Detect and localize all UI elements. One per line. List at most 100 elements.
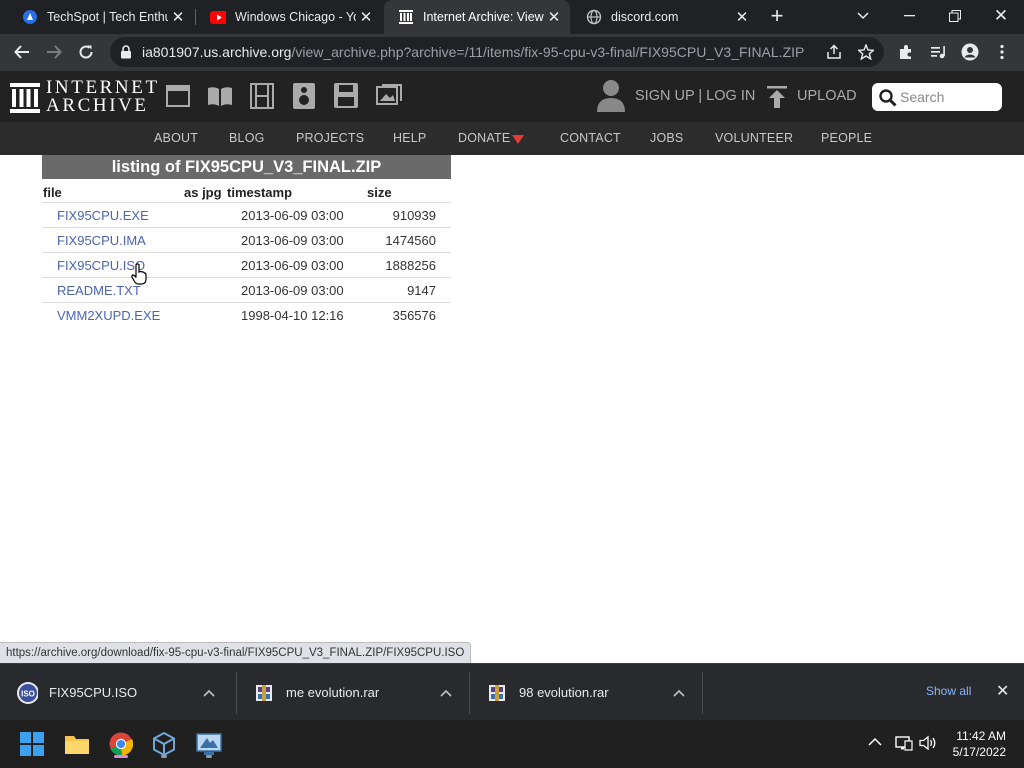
bookmark-star-icon[interactable] (858, 44, 874, 60)
link-status-bubble: https://archive.org/download/fix-95-cpu-… (0, 642, 472, 663)
col-header-size: size (367, 185, 392, 200)
windows-taskbar: 11:42 AM 5/17/2022 (0, 720, 1024, 768)
windows-start-icon[interactable] (16, 728, 48, 760)
tab-title: Windows Chicago - You (235, 10, 356, 24)
video-icon[interactable] (250, 83, 274, 109)
file-timestamp: 2013-06-09 03:00 (241, 208, 344, 223)
close-icon[interactable]: ✕ (544, 7, 564, 27)
file-explorer-icon[interactable] (61, 728, 93, 760)
volume-icon[interactable] (919, 735, 937, 751)
chevron-up-icon[interactable] (436, 689, 456, 697)
techspot-icon (22, 9, 38, 25)
close-icon[interactable]: ✕ (168, 7, 188, 27)
nav-about[interactable]: ABOUT (154, 131, 198, 145)
software-icon[interactable] (334, 83, 358, 108)
tab-title: discord.com (611, 10, 679, 24)
forward-arrow-icon[interactable] (40, 38, 68, 66)
col-header-as-jpg: as jpg (184, 185, 222, 200)
active-app-indicator (114, 755, 128, 758)
extensions-icon[interactable] (892, 38, 920, 66)
file-link[interactable]: VMM2XUPD.EXE (57, 308, 160, 323)
nav-jobs[interactable]: JOBS (650, 131, 683, 145)
chevron-up-icon[interactable] (669, 689, 689, 697)
download-item[interactable]: me evolution.rar (237, 664, 470, 721)
new-tab-button[interactable]: + (762, 0, 792, 32)
signup-login-link[interactable]: SIGN UP | LOG IN (635, 88, 755, 104)
nav-people[interactable]: PEOPLE (821, 131, 872, 145)
system-clock[interactable]: 11:42 AM 5/17/2022 (953, 728, 1006, 760)
file-size: 9147 (407, 283, 436, 298)
back-arrow-icon[interactable] (8, 38, 36, 66)
close-icon[interactable]: ✕ (356, 7, 376, 27)
tab-search-icon[interactable] (840, 0, 886, 32)
close-window-button[interactable]: ✕ (978, 0, 1024, 32)
globe-icon (586, 9, 602, 25)
nav-volunteer[interactable]: VOLUNTEER (715, 131, 793, 145)
address-bar[interactable]: ia801907.us.archive.org/view_archive.php… (110, 37, 884, 67)
download-item[interactable]: ISO FIX95CPU.ISO (0, 664, 233, 721)
show-all-downloads-link[interactable]: Show all (926, 684, 971, 698)
media-control-icon[interactable] (924, 38, 952, 66)
col-header-file: file (43, 185, 62, 200)
tab-title: Internet Archive: View A (423, 10, 544, 24)
logo-line-2: ARCHIVE (46, 95, 149, 116)
nav-blog[interactable]: BLOG (229, 131, 265, 145)
virtual-pc-icon[interactable] (193, 728, 225, 760)
download-item[interactable]: 98 evolution.rar (470, 664, 703, 721)
file-link[interactable]: FIX95CPU.EXE (57, 208, 149, 223)
close-icon[interactable]: ✕ (996, 681, 1009, 701)
tab-discord[interactable]: discord.com ✕ (572, 0, 758, 34)
nav-projects[interactable]: PROJECTS (296, 131, 364, 145)
tab-techspot[interactable]: TechSpot | Tech Enthusi ✕ (8, 0, 194, 34)
rar-file-icon (486, 682, 508, 704)
heart-icon[interactable] (512, 135, 524, 145)
running-app-indicator (161, 755, 167, 758)
texts-icon[interactable] (207, 85, 233, 107)
col-header-timestamp: timestamp (227, 185, 293, 200)
shelf-separator (702, 672, 703, 714)
url-host: ia801907.us.archive.org (142, 44, 292, 60)
share-icon[interactable] (826, 44, 842, 60)
close-icon[interactable]: ✕ (732, 7, 752, 27)
download-filename: me evolution.rar (286, 685, 380, 700)
profile-avatar-icon[interactable] (956, 38, 984, 66)
file-timestamp: 1998-04-10 12:16 (241, 308, 344, 323)
file-link[interactable]: README.TXT (57, 283, 141, 298)
ia-top-bar: INTERNET ARCHIVE SIGN UP | LOG IN UPLOAD… (0, 71, 1024, 122)
file-size: 1474560 (385, 233, 436, 248)
file-timestamp: 2013-06-09 03:00 (241, 258, 344, 273)
search-input[interactable]: Search (872, 83, 1002, 111)
upload-arrow-icon[interactable] (767, 86, 787, 108)
tab-youtube[interactable]: Windows Chicago - You ✕ (196, 0, 382, 34)
archive-building-icon (10, 83, 40, 113)
nav-contact[interactable]: CONTACT (560, 131, 621, 145)
ia-nav-bar: ABOUT BLOG PROJECTS HELP DONATE CONTACT … (0, 122, 1024, 155)
upload-link[interactable]: UPLOAD (797, 88, 857, 104)
user-avatar-icon[interactable] (596, 79, 626, 113)
minimize-button[interactable] (886, 0, 932, 32)
file-link[interactable]: FIX95CPU.IMA (57, 233, 146, 248)
audio-icon[interactable] (293, 83, 315, 109)
search-icon (879, 89, 897, 107)
table-row: README.TXT 2013-06-09 03:00 9147 (42, 277, 451, 302)
nav-donate[interactable]: DONATE (458, 131, 510, 145)
chevron-up-icon[interactable] (868, 737, 882, 746)
url-text[interactable]: ia801907.us.archive.org/view_archive.php… (142, 44, 804, 60)
restore-button[interactable] (932, 0, 978, 32)
images-icon[interactable] (376, 84, 402, 106)
browser-tab-strip: TechSpot | Tech Enthusi ✕ Windows Chicag… (0, 0, 1024, 34)
file-size: 1888256 (385, 258, 436, 273)
virtualbox-icon[interactable] (148, 728, 180, 760)
menu-kebab-icon[interactable] (988, 38, 1016, 66)
reload-icon[interactable] (72, 38, 100, 66)
lock-icon[interactable] (120, 45, 132, 59)
hand-cursor-icon (131, 263, 147, 285)
chevron-up-icon[interactable] (199, 689, 219, 697)
web-icon[interactable] (166, 85, 190, 107)
clock-time: 11:42 AM (956, 729, 1006, 743)
tab-internet-archive[interactable]: Internet Archive: View A ✕ (384, 0, 570, 34)
table-row: FIX95CPU.ISO 2013-06-09 03:00 1888256 (42, 252, 451, 277)
chrome-icon[interactable] (105, 728, 137, 760)
network-icon[interactable] (895, 735, 913, 751)
nav-help[interactable]: HELP (393, 131, 426, 145)
